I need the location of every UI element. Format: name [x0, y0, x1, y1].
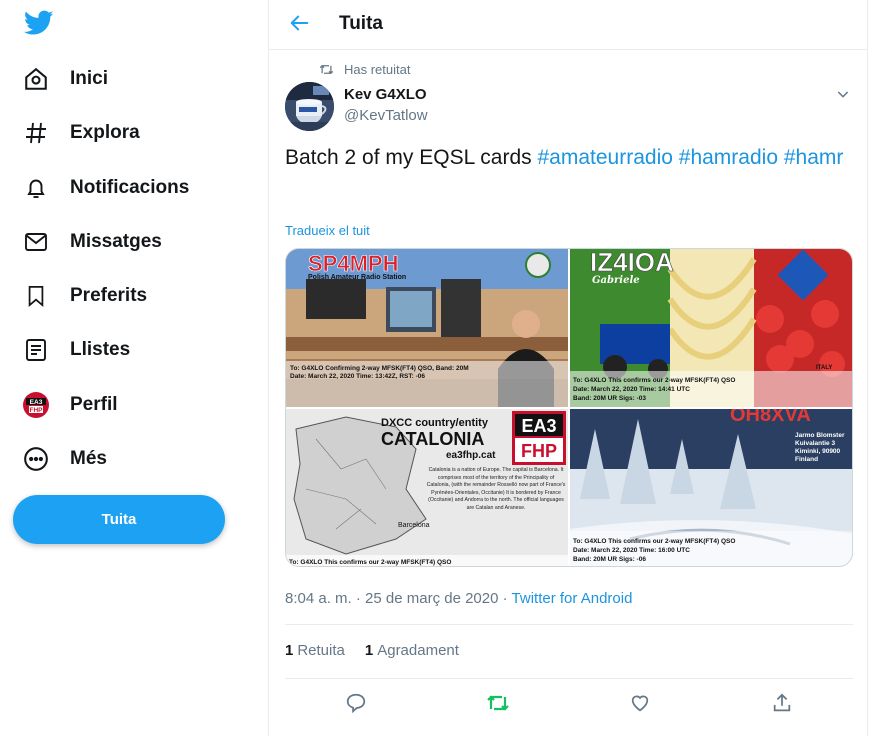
sidebar-item-messages[interactable]: Missatges — [22, 222, 162, 262]
bell-icon — [22, 174, 50, 202]
sidebar-item-bookmarks[interactable]: Preferits — [22, 276, 147, 316]
tweet-source-link[interactable]: Twitter for Android — [512, 590, 633, 607]
page-title: Tuita — [339, 13, 383, 34]
avatar-text-bottom: FHP — [30, 407, 44, 414]
sidebar-item-home[interactable]: Inici — [22, 59, 108, 99]
card-description: Catalonia is a nation of Europe. The cap… — [426, 467, 566, 511]
tweet-actions — [285, 688, 853, 718]
tweet-stats: 1 Retuita 1 Agradament — [285, 642, 479, 659]
hashtag-link[interactable]: #hamradio — [679, 146, 778, 169]
card-badge-top: EA3 — [521, 416, 556, 436]
card-badge-bottom: FHP — [521, 441, 557, 461]
card-callsign: IZ4IOA — [590, 249, 674, 277]
media-card-sp4mph[interactable]: SP4MPH Polish Amateur Radio Station To: … — [286, 249, 568, 407]
retweet-stat-label: Retuita — [297, 642, 345, 659]
profile-avatar-icon: EA3 FHP — [22, 391, 50, 419]
card-country: ITALY — [816, 365, 832, 371]
author-avatar[interactable] — [285, 82, 334, 131]
card-line: To: G4XLO This confirms our 2-way MFSK(F… — [289, 559, 451, 566]
hashtag-icon — [22, 119, 50, 147]
tweet-text: Batch 2 of my EQSL cards #amateurradio #… — [285, 143, 845, 172]
media-card-catalonia[interactable]: EA3 FHP DXCC country/entity CATALONIA ea… — [286, 409, 568, 566]
card-callsign: SP4MPH — [308, 251, 398, 276]
retweet-icon[interactable] — [486, 692, 509, 714]
reply-icon[interactable] — [345, 692, 367, 714]
media-card-iz4ioa[interactable]: IZ4IOA Gabriele ITALY To: G4XLO This con… — [570, 249, 852, 407]
sidebar-item-label: Missatges — [70, 231, 162, 252]
sidebar-item-label: Perfil — [70, 394, 118, 415]
sidebar-item-lists[interactable]: Llistes — [22, 330, 130, 370]
card-line: To: G4XLO This confirms our 2-way MFSK(F… — [573, 377, 735, 384]
sidebar-item-explore[interactable]: Explora — [22, 113, 140, 153]
sidebar-item-label: Explora — [70, 122, 140, 143]
card-info-line: Finland — [795, 456, 818, 463]
hashtag-link[interactable]: #hamr — [784, 146, 844, 169]
card-line: Band: 20M UR Sigs: -03 — [573, 395, 646, 402]
author-name[interactable]: Kev G4XLO — [344, 86, 427, 103]
card-line: To: G4XLO This confirms our 2-way MFSK(F… — [573, 538, 735, 545]
share-icon[interactable] — [771, 692, 793, 714]
card-heading: DXCC country/entity — [381, 417, 489, 429]
sidebar-item-label: Preferits — [70, 285, 148, 306]
twitter-bird-icon[interactable] — [23, 10, 54, 36]
divider — [285, 678, 853, 679]
avatar-text-top: EA3 — [30, 399, 43, 406]
divider — [285, 624, 853, 625]
hashtag-link[interactable]: #amateurradio — [538, 146, 673, 169]
list-icon — [22, 336, 50, 364]
card-city: Barcelona — [398, 522, 430, 529]
translate-link[interactable]: Tradueix el tuit — [285, 223, 370, 238]
card-line: To: G4XLO Confirming 2-way MFSK(FT4) QSO… — [290, 365, 469, 372]
retweet-small-icon — [319, 64, 334, 75]
author-handle[interactable]: @KevTatlow — [344, 107, 428, 124]
bookmark-icon — [22, 282, 50, 310]
sidebar-item-label: Llistes — [70, 339, 131, 360]
sidebar-item-label: Inici — [70, 68, 109, 89]
media-card-oh8xva[interactable]: OH8XVA Jarmo Blomster Kuivalantie 3 Kimi… — [570, 409, 852, 566]
media-grid: SP4MPH Polish Amateur Radio Station To: … — [285, 248, 853, 567]
more-circle-icon — [22, 445, 50, 473]
like-heart-icon[interactable] — [629, 692, 651, 714]
tweet-button[interactable]: Tuita — [13, 495, 225, 544]
tweet-detail-column: Tuita Has retuitat Kev G4XLO @KevTatlow — [268, 0, 868, 736]
tweet-text-plain: Batch 2 of my EQSL cards — [285, 146, 538, 169]
card-line: Date: March 22, 2020 Time: 16:00 UTC — [573, 547, 690, 554]
twitter-app: Inici Explora Notificacions Missatges Pr — [0, 0, 880, 736]
card-info-line: Kiminki, 90900 — [795, 448, 841, 455]
card-title: CATALONIA — [381, 429, 484, 449]
like-stat[interactable]: 1 Agradament — [365, 642, 459, 659]
card-callsign: OH8XVA — [730, 409, 811, 426]
sidebar-item-label: Més — [70, 448, 107, 469]
envelope-icon — [22, 228, 50, 256]
chevron-down-icon[interactable] — [835, 86, 853, 104]
card-subtitle: Polish Amateur Radio Station — [308, 274, 406, 281]
card-site: ea3fhp.cat — [446, 450, 496, 461]
like-count: 1 — [364, 642, 374, 659]
card-info-line: Kuivalantie 3 — [795, 440, 835, 447]
card-line: Date: March 22, 2020 Time: 13:42Z, RST: … — [290, 373, 425, 380]
tweet-time[interactable]: 8:04 a. m. · 25 de març de 2020 · — [285, 590, 512, 607]
retweet-stat[interactable]: 1 Retuita — [285, 642, 345, 659]
sidebar-item-notifications[interactable]: Notificacions — [22, 168, 189, 208]
sidebar-item-label: Notificacions — [70, 177, 190, 198]
card-operator-name: Gabriele — [592, 275, 640, 286]
page-header: Tuita — [269, 0, 868, 50]
card-line: Band: 20M UR Sigs: -06 — [573, 556, 646, 563]
home-icon — [22, 65, 50, 93]
card-info-line: Jarmo Blomster — [795, 432, 845, 439]
retweet-context-label: Has retuitat — [344, 62, 411, 77]
retweet-context: Has retuitat — [319, 62, 410, 77]
retweet-count: 1 — [285, 642, 294, 659]
back-arrow-icon[interactable] — [289, 12, 313, 36]
sidebar-item-profile[interactable]: EA3 FHP Perfil — [22, 385, 118, 425]
card-line: Date: March 22, 2020 Time: 14:41 UTC — [573, 386, 690, 393]
tweet-timestamp: 8:04 a. m. · 25 de març de 2020 · Twitte… — [285, 590, 632, 607]
like-stat-label: Agradament — [377, 642, 459, 659]
sidebar-item-more[interactable]: Més — [22, 439, 107, 479]
sidebar: Inici Explora Notificacions Missatges Pr — [0, 0, 268, 736]
